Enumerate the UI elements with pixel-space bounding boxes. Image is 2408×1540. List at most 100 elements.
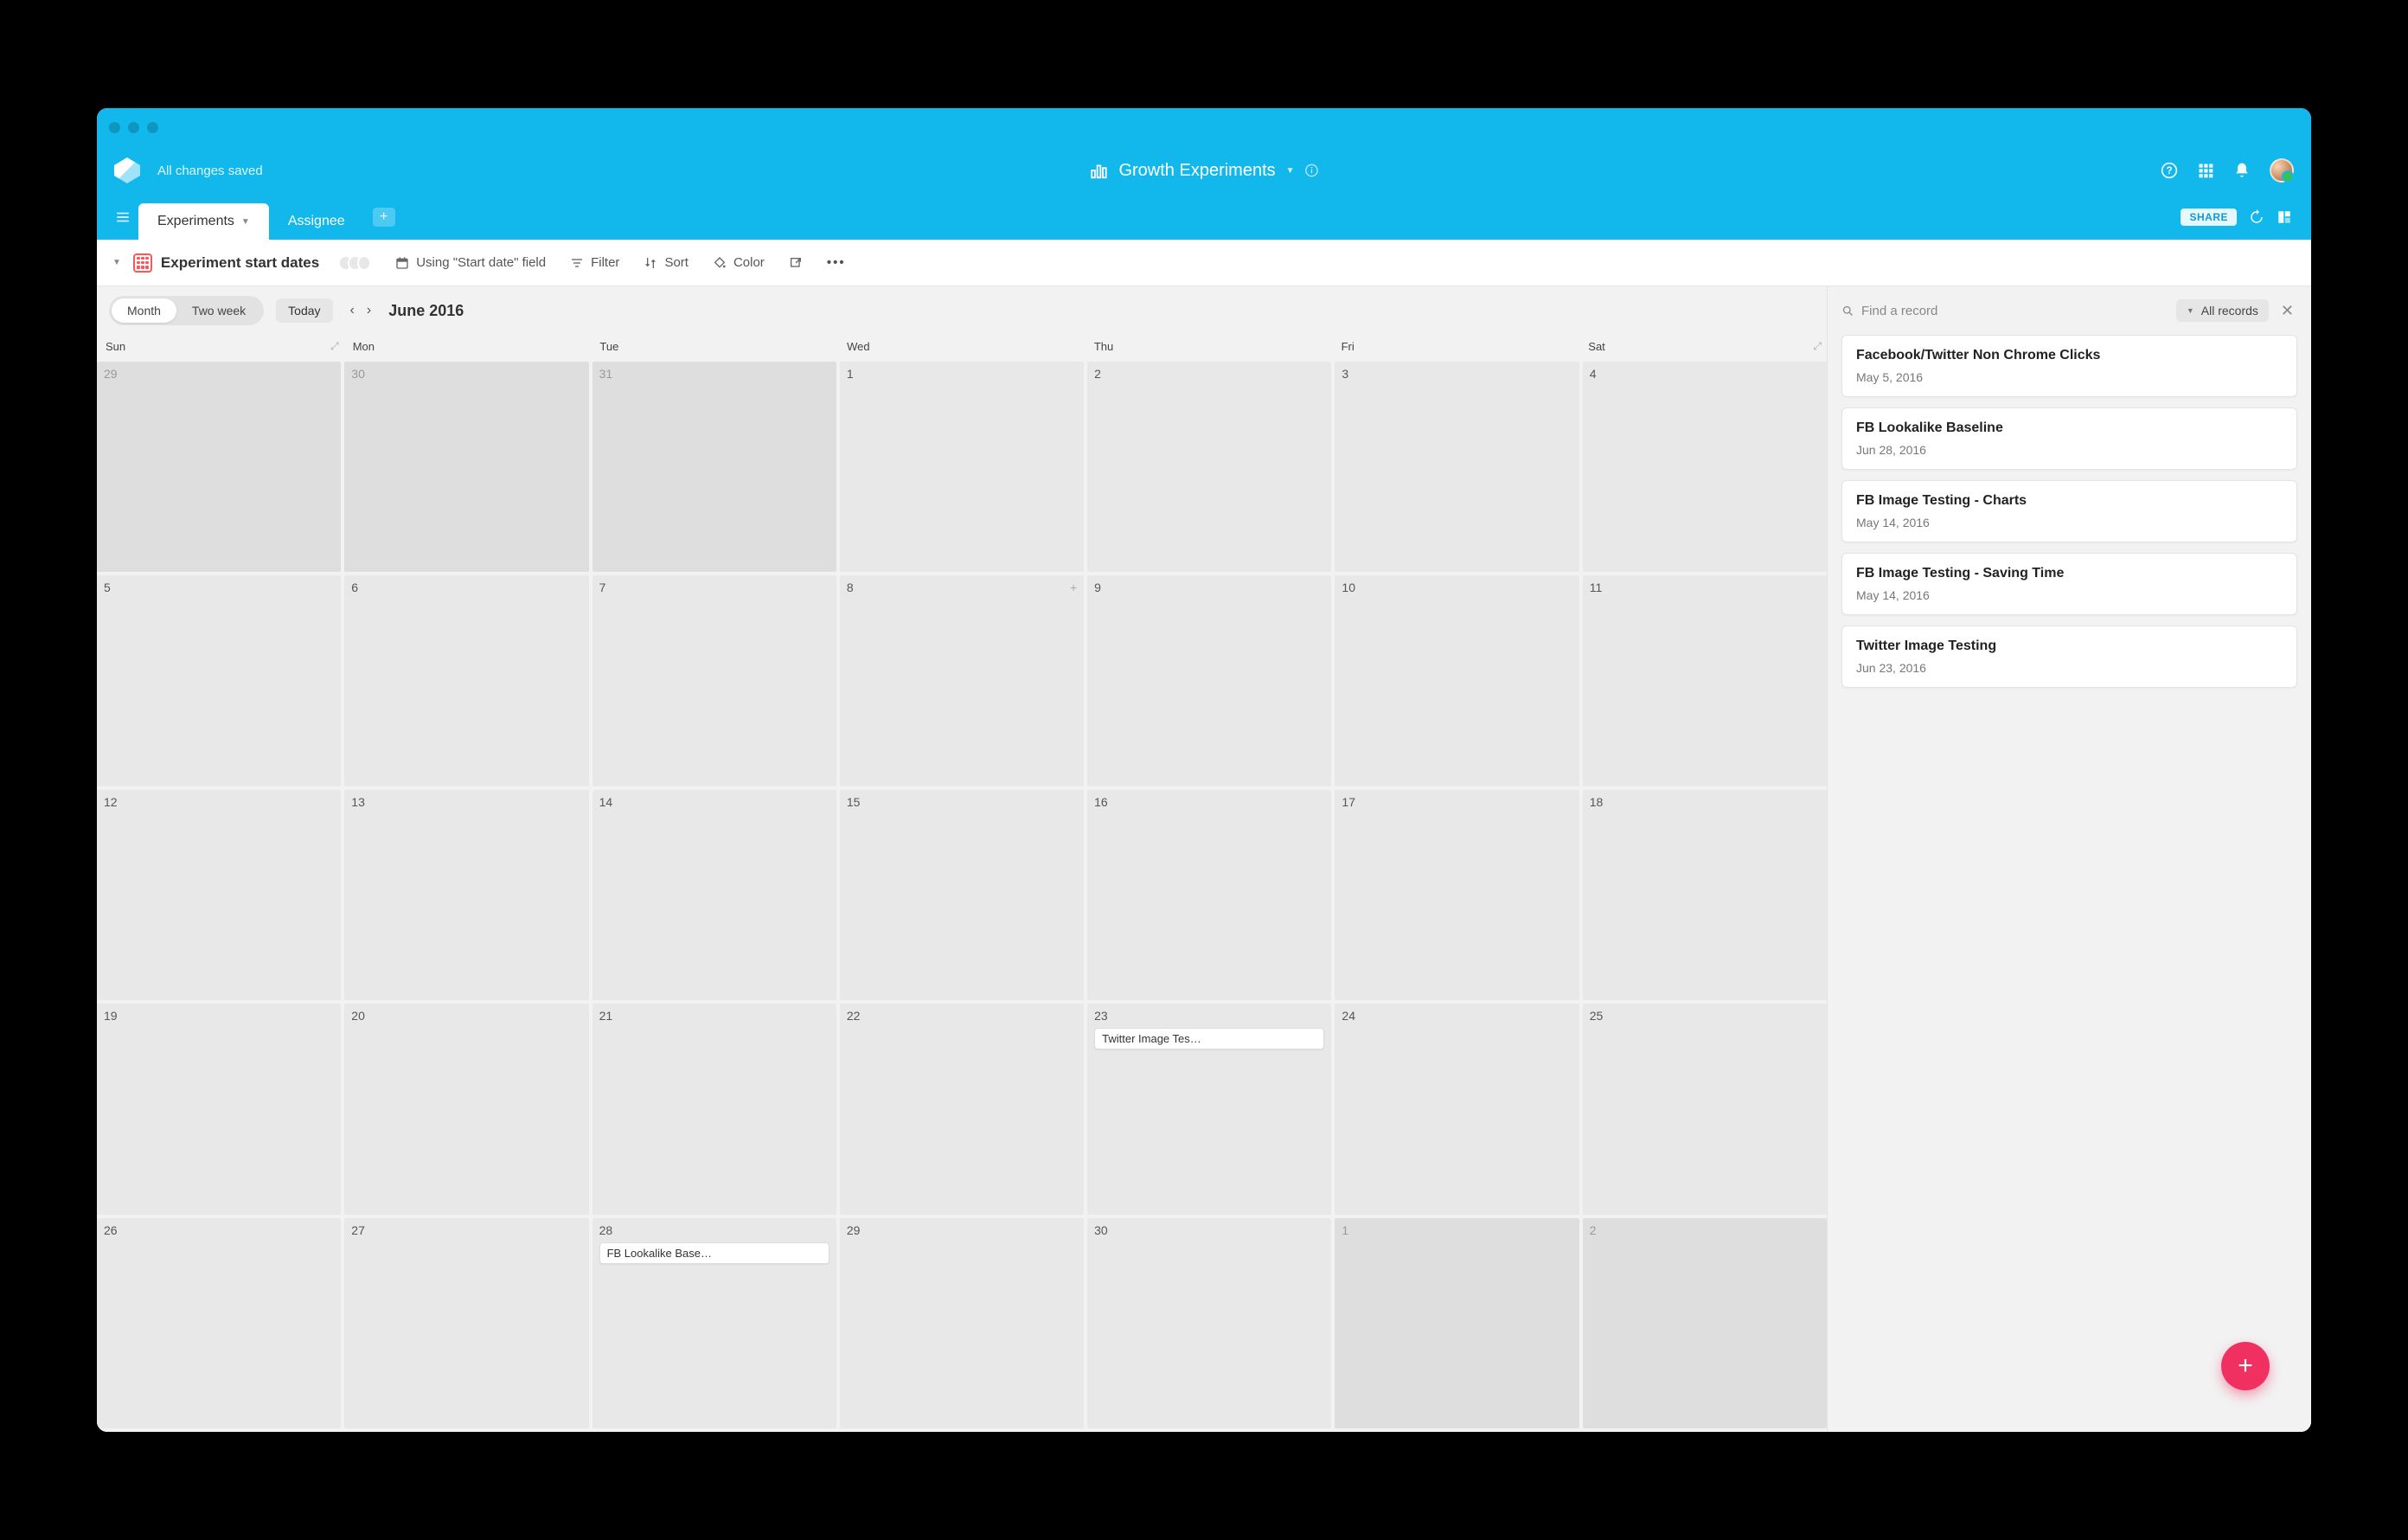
calendar-day-cell[interactable]: 26+ (97, 1218, 341, 1428)
prev-month-button[interactable]: ‹ (345, 299, 360, 322)
calendar-day-cell[interactable]: 29+ (840, 1218, 1084, 1428)
day-number: 1 (847, 367, 1077, 381)
more-options-button[interactable]: ••• (827, 255, 846, 270)
calendar-day-cell[interactable]: 4+ (1583, 362, 1827, 572)
weekday-header-cell: Sat⤢ (1579, 335, 1827, 358)
calendar-day-cell[interactable]: 25+ (1583, 1004, 1827, 1214)
help-icon[interactable]: ? (2161, 162, 2178, 179)
expand-column-icon[interactable]: ⤢ (330, 340, 339, 353)
seg-month[interactable]: Month (112, 298, 176, 323)
calendar-day-cell[interactable]: 11+ (1583, 575, 1827, 786)
collaborators-icon[interactable] (343, 255, 371, 271)
add-event-button[interactable]: + (1070, 581, 1077, 594)
add-record-fab[interactable]: + (2221, 1342, 2270, 1390)
view-range-segmented: Month Two week (109, 296, 264, 325)
filter-button[interactable]: Filter (570, 255, 619, 270)
bell-icon[interactable] (2233, 162, 2251, 179)
share-button[interactable]: SHARE (2181, 209, 2237, 226)
calendar-day-cell[interactable]: 13+ (344, 790, 588, 1000)
weekday-header: Sun⤢MonTueWedThuFriSat⤢ (97, 335, 1827, 362)
day-number: 4 (1590, 367, 1820, 381)
tab-experiments[interactable]: Experiments ▼ (138, 203, 269, 240)
calendar-day-cell[interactable]: 3+ (1335, 362, 1579, 572)
record-search[interactable]: Find a record (1841, 304, 2168, 318)
calendar-day-cell[interactable]: 19+ (97, 1004, 341, 1214)
calendar-day-cell[interactable]: 2+ (1087, 362, 1331, 572)
calendar-day-cell[interactable]: 23+Twitter Image Tes… (1087, 1004, 1331, 1214)
weekday-header-cell: Tue (591, 335, 838, 358)
apps-grid-icon[interactable] (2197, 162, 2214, 179)
close-panel-button[interactable]: ✕ (2277, 302, 2297, 320)
window-minimize-dot[interactable] (128, 122, 139, 133)
window-close-dot[interactable] (109, 122, 120, 133)
day-number: 14 (599, 795, 829, 809)
calendar-event[interactable]: Twitter Image Tes… (1094, 1028, 1324, 1049)
record-card[interactable]: FB Lookalike BaselineJun 28, 2016 (1841, 407, 2297, 470)
day-number: 12 (104, 795, 334, 809)
calendar-day-cell[interactable]: 9+ (1087, 575, 1331, 786)
seg-two-week[interactable]: Two week (176, 298, 261, 323)
calendar-event[interactable]: FB Lookalike Base… (599, 1242, 829, 1264)
calendar-day-cell[interactable]: 7+ (592, 575, 836, 786)
next-month-button[interactable]: › (362, 299, 376, 322)
day-number: 9 (1094, 581, 1324, 594)
record-date: May 5, 2016 (1856, 370, 2283, 384)
blocks-icon[interactable] (2277, 209, 2292, 225)
calendar-day-cell[interactable]: 10+ (1335, 575, 1579, 786)
calendar-day-cell[interactable]: 16+ (1087, 790, 1331, 1000)
svg-text:?: ? (2166, 165, 2172, 176)
calendar-day-cell[interactable]: 21+ (592, 1004, 836, 1214)
calendar-day-cell[interactable]: 29+ (97, 362, 341, 572)
share-view-button[interactable] (789, 256, 803, 270)
record-date: May 14, 2016 (1856, 588, 2283, 602)
today-button[interactable]: Today (276, 298, 332, 323)
day-number: 6 (351, 581, 581, 594)
day-number: 18 (1590, 795, 1820, 809)
calendar-day-cell[interactable]: 28+FB Lookalike Base… (592, 1218, 836, 1428)
sort-button[interactable]: Sort (644, 255, 688, 270)
calendar-day-cell[interactable]: 5+ (97, 575, 341, 786)
record-card[interactable]: FB Image Testing - Saving TimeMay 14, 20… (1841, 553, 2297, 615)
calendar-day-cell[interactable]: 15+ (840, 790, 1084, 1000)
color-button[interactable]: Color (713, 255, 765, 270)
content-area: Month Two week Today ‹ › June 2016 Sun⤢M… (97, 286, 2311, 1432)
app-logo-icon[interactable] (114, 157, 140, 183)
calendar-day-cell[interactable]: 14+ (592, 790, 836, 1000)
calendar-day-cell[interactable]: 20+ (344, 1004, 588, 1214)
calendar-day-cell[interactable]: 1+ (1335, 1218, 1579, 1428)
calendar-day-cell[interactable]: 27+ (344, 1218, 588, 1428)
add-table-button[interactable]: + (373, 208, 395, 227)
calendar-day-cell[interactable]: 18+ (1583, 790, 1827, 1000)
date-field-config[interactable]: Using "Start date" field (395, 255, 546, 270)
expand-column-icon[interactable]: ⤢ (1813, 340, 1822, 353)
calendar-day-cell[interactable]: 6+ (344, 575, 588, 786)
calendar-day-cell[interactable]: 30+ (344, 362, 588, 572)
base-switcher[interactable]: Growth Experiments ▼ (1089, 161, 1318, 181)
record-card[interactable]: Facebook/Twitter Non Chrome ClicksMay 5,… (1841, 335, 2297, 397)
history-icon[interactable] (2249, 209, 2264, 225)
view-name-label: Experiment start dates (161, 254, 319, 272)
calendar-day-cell[interactable]: 17+ (1335, 790, 1579, 1000)
search-icon (1841, 305, 1854, 318)
calendar-day-cell[interactable]: 22+ (840, 1004, 1084, 1214)
calendar-day-cell[interactable]: 1+ (840, 362, 1084, 572)
window-zoom-dot[interactable] (147, 122, 158, 133)
info-icon[interactable] (1305, 164, 1319, 177)
record-card[interactable]: Twitter Image TestingJun 23, 2016 (1841, 626, 2297, 688)
view-switcher[interactable]: ▼ Experiment start dates (112, 253, 319, 273)
calendar-day-cell[interactable]: 30+ (1087, 1218, 1331, 1428)
record-card[interactable]: FB Image Testing - Charts May 14, 2016 (1841, 480, 2297, 542)
sidebar-toggle[interactable] (107, 209, 138, 225)
record-date: May 14, 2016 (1856, 516, 2283, 529)
user-avatar[interactable] (2270, 158, 2294, 183)
filter-icon (570, 256, 584, 270)
calendar-day-cell[interactable]: 8+ (840, 575, 1084, 786)
calendar-day-cell[interactable]: 24+ (1335, 1004, 1579, 1214)
tab-assignee[interactable]: Assignee (269, 203, 364, 240)
records-filter-chip[interactable]: ▼ All records (2176, 299, 2269, 322)
calendar-day-cell[interactable]: 12+ (97, 790, 341, 1000)
calendar-day-cell[interactable]: 31+ (592, 362, 836, 572)
calendar-day-cell[interactable]: 2+ (1583, 1218, 1827, 1428)
record-title: FB Image Testing - Charts (1856, 493, 2283, 509)
day-number: 16 (1094, 795, 1324, 809)
